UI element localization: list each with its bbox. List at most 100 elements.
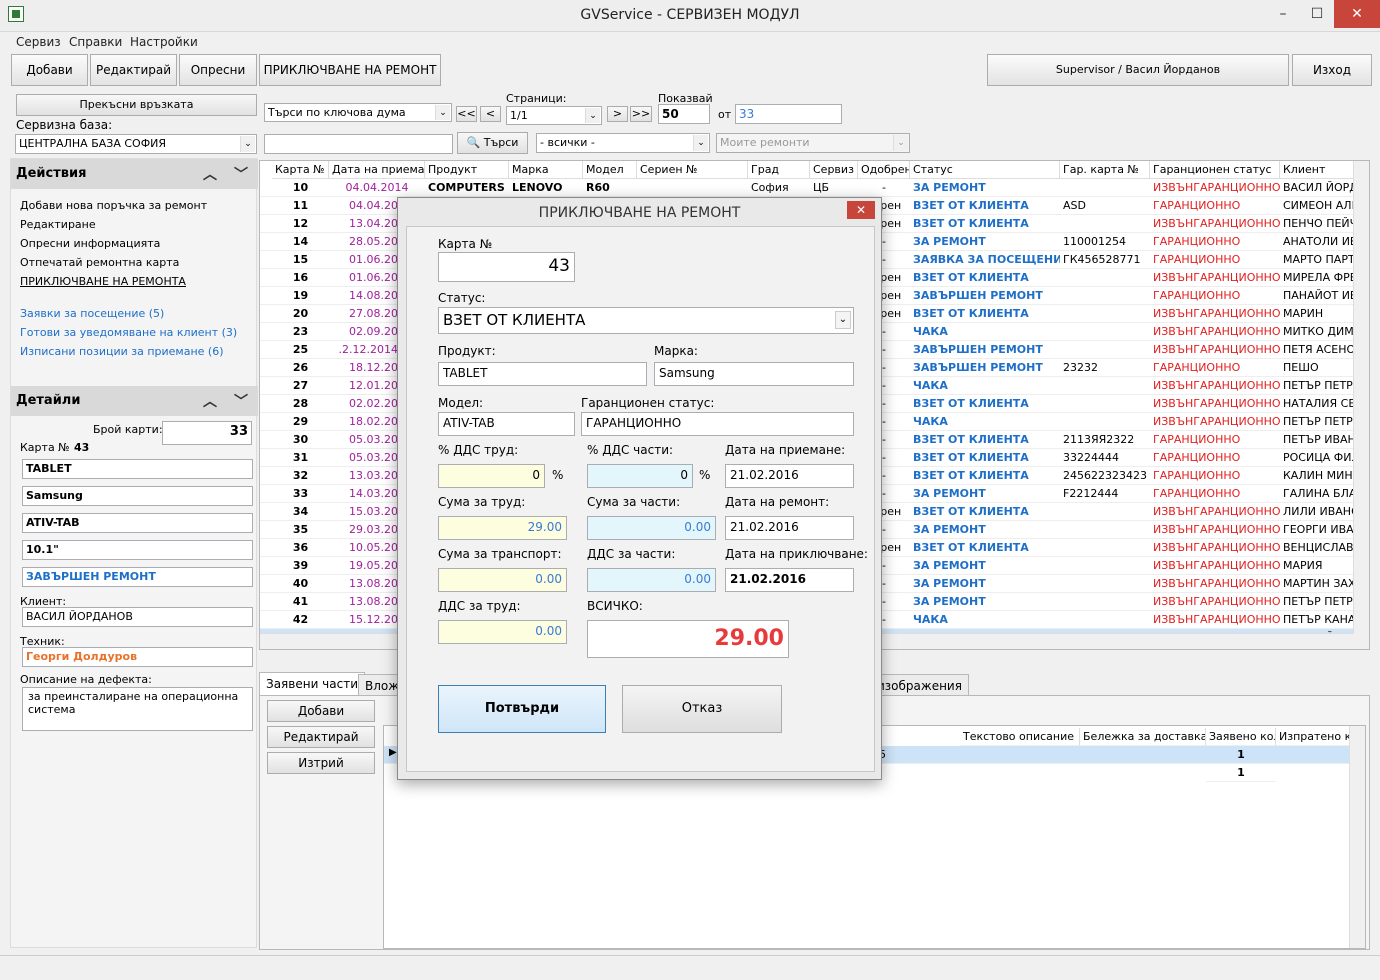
warranty-field[interactable]: ГАРАНЦИОННО	[581, 412, 854, 436]
grid-col-header[interactable]: Дата на приемане	[329, 161, 425, 179]
grid-col-header[interactable]: Гар. карта №	[1060, 161, 1150, 179]
grid-cell: ЧАКА	[910, 323, 1060, 341]
vat-parts-field[interactable]: 0	[587, 464, 693, 488]
vat-parts-amount-label: ДДС за части:	[587, 547, 676, 561]
my-repairs-select[interactable]: Моите ремонти ⌄	[716, 133, 910, 153]
action-edit[interactable]: Редактиране	[20, 218, 96, 231]
grid-cell: ЗА РЕМОНТ	[910, 593, 1060, 611]
add-button[interactable]: Добави	[11, 54, 88, 86]
grid-col-header[interactable]: Град	[748, 161, 810, 179]
menu-service[interactable]: Сервиз	[16, 35, 61, 49]
menu-reports[interactable]: Справки	[69, 35, 122, 49]
grid-col-header[interactable]: Статус	[910, 161, 1060, 179]
action-print-card[interactable]: Отпечатай ремонтна карта	[20, 256, 179, 269]
parts-col-text: Текстово описание	[960, 728, 1080, 746]
search-mode-select[interactable]: Търси по ключова дума ⌄	[264, 103, 452, 122]
parts-edit-button[interactable]: Редактирай	[267, 726, 375, 748]
parts-qty: 1	[1206, 746, 1276, 764]
grid-cell: ASD	[1060, 197, 1150, 215]
search-input[interactable]	[264, 134, 453, 154]
parts-add-button[interactable]: Добави	[267, 700, 375, 722]
grid-cell: 33224444	[1060, 449, 1150, 467]
grid-col-header[interactable]: Модел	[583, 161, 637, 179]
first-page-button[interactable]: <<	[456, 106, 477, 122]
grid-cell: ИЗВЪНГАРАНЦИОННО	[1150, 377, 1280, 395]
page-select[interactable]: 1/1 ⌄	[506, 106, 602, 125]
exit-button[interactable]: Изход	[1292, 54, 1372, 86]
link-written-items[interactable]: Изписани позиции за приемане (6)	[20, 345, 224, 358]
menu-settings[interactable]: Настройки	[130, 35, 198, 49]
show-count-input[interactable]: 50	[658, 104, 710, 124]
grid-col-header[interactable]: Марка	[509, 161, 583, 179]
filter-select[interactable]: - всички - ⌄	[536, 133, 710, 153]
tab-images[interactable]: изображения	[870, 674, 969, 696]
search-button[interactable]: 🔍 Търси	[457, 132, 528, 154]
grid-cell: 36	[272, 539, 329, 557]
model-field[interactable]: ATIV-TAB	[438, 412, 575, 436]
disconnect-button[interactable]: Прекъсни връзката	[16, 94, 257, 116]
refresh-button[interactable]: Опресни	[179, 54, 257, 86]
chevron-up-icon[interactable]: ︿	[203, 164, 217, 184]
grid-cell: ЧАКА	[910, 413, 1060, 431]
chevron-down-icon: ⌄	[693, 135, 708, 151]
parts-col-delivery-note: Бележка за доставка	[1080, 728, 1206, 746]
detail-client: ВАСИЛ ЙОРДАНОВ	[22, 607, 253, 627]
link-ready-notify[interactable]: Готови за уведомяване на клиент (3)	[20, 326, 237, 339]
parts-sum-field[interactable]: 0.00	[587, 516, 716, 540]
status-label: Статус:	[438, 291, 486, 305]
maximize-icon[interactable]: ☐	[1300, 0, 1334, 28]
parts-scrollbar[interactable]	[1349, 726, 1365, 948]
grid-col-header[interactable]: Сериен №	[637, 161, 748, 179]
vat-labor-amount-field[interactable]: 0.00	[438, 620, 567, 644]
prev-page-button[interactable]: <	[480, 106, 501, 122]
grid-col-header[interactable]: Сервиз	[810, 161, 858, 179]
next-page-button[interactable]: >	[607, 106, 628, 122]
tab-requested-parts[interactable]: Заявени части	[259, 672, 366, 696]
dialog-title: ПРИКЛЮЧВАНЕ НА РЕМОНТ	[538, 205, 741, 221]
accept-date-field[interactable]: 21.02.2016	[725, 464, 854, 488]
grid-cell: 20	[272, 305, 329, 323]
last-page-button[interactable]: >>	[630, 106, 652, 122]
db-select[interactable]: ЦЕНТРАЛНА БАЗА СОФИЯ ⌄	[15, 134, 257, 154]
grid-scrollbar[interactable]	[1353, 161, 1369, 649]
action-add-order[interactable]: Добави нова поръчка за ремонт	[20, 199, 207, 212]
link-visit-requests[interactable]: Заявки за посещение (5)	[20, 307, 164, 320]
labor-sum-field[interactable]: 29.00	[438, 516, 567, 540]
grid-col-header[interactable]: Одобрен	[858, 161, 910, 179]
grid-col-header[interactable]: Гаранционен статус	[1150, 161, 1280, 179]
vat-labor-field[interactable]: 0	[438, 464, 545, 488]
chevron-down-icon[interactable]: ﹀	[234, 391, 248, 411]
vat-parts-amount-field[interactable]: 0.00	[587, 568, 716, 592]
grid-cell: ГАРАНЦИОННО	[1150, 359, 1280, 377]
close-icon[interactable]: ✕	[847, 201, 875, 219]
detail-status: ЗАВЪРШЕН РЕМОНТ	[22, 567, 253, 587]
close-icon[interactable]: ✕	[1334, 0, 1380, 28]
vat-labor-label: % ДДС труд:	[438, 443, 519, 457]
chevron-down-icon[interactable]: ﹀	[234, 164, 248, 184]
parts-delete-button[interactable]: Изтрий	[267, 752, 375, 774]
grid-cell: ИЗВЪНГАРАНЦИОННО	[1150, 179, 1280, 197]
chevron-up-icon[interactable]: ︿	[203, 391, 217, 411]
product-field[interactable]: TABLET	[438, 362, 647, 386]
brand-label: Марка:	[654, 344, 698, 358]
action-refresh[interactable]: Опресни информацията	[20, 237, 160, 250]
brand-field[interactable]: Samsung	[654, 362, 854, 386]
card-field[interactable]: 43	[438, 252, 575, 282]
confirm-button[interactable]: Потвърди	[438, 685, 606, 733]
grid-col-header[interactable]: Карта №	[272, 161, 329, 179]
action-close-repair[interactable]: ПРИКЛЮЧВАНЕ НА РЕМОНТА	[20, 275, 186, 288]
grid-cell: 27	[272, 377, 329, 395]
user-label: Supervisor / Васил Йорданов	[987, 54, 1289, 86]
repair-date-field[interactable]: 21.02.2016	[725, 516, 854, 540]
edit-button[interactable]: Редактирай	[90, 54, 177, 86]
close-repair-button[interactable]: ПРИКЛЮЧВАНЕ НА РЕМОНТ	[259, 54, 441, 86]
cancel-button[interactable]: Отказ	[622, 685, 782, 733]
close-date-field[interactable]: 21.02.2016	[725, 568, 854, 592]
status-select[interactable]: ВЗЕТ ОТ КЛИЕНТА ⌄	[438, 307, 854, 334]
minimize-icon[interactable]: –	[1266, 0, 1300, 28]
transport-field[interactable]: 0.00	[438, 568, 567, 592]
window-title: GVService - СЕРВИЗЕН МОДУЛ	[580, 7, 800, 23]
grid-col-header[interactable]: Продукт	[425, 161, 509, 179]
detail-product: TABLET	[22, 459, 253, 479]
grid-col-header[interactable]: Клиент	[1280, 161, 1356, 179]
